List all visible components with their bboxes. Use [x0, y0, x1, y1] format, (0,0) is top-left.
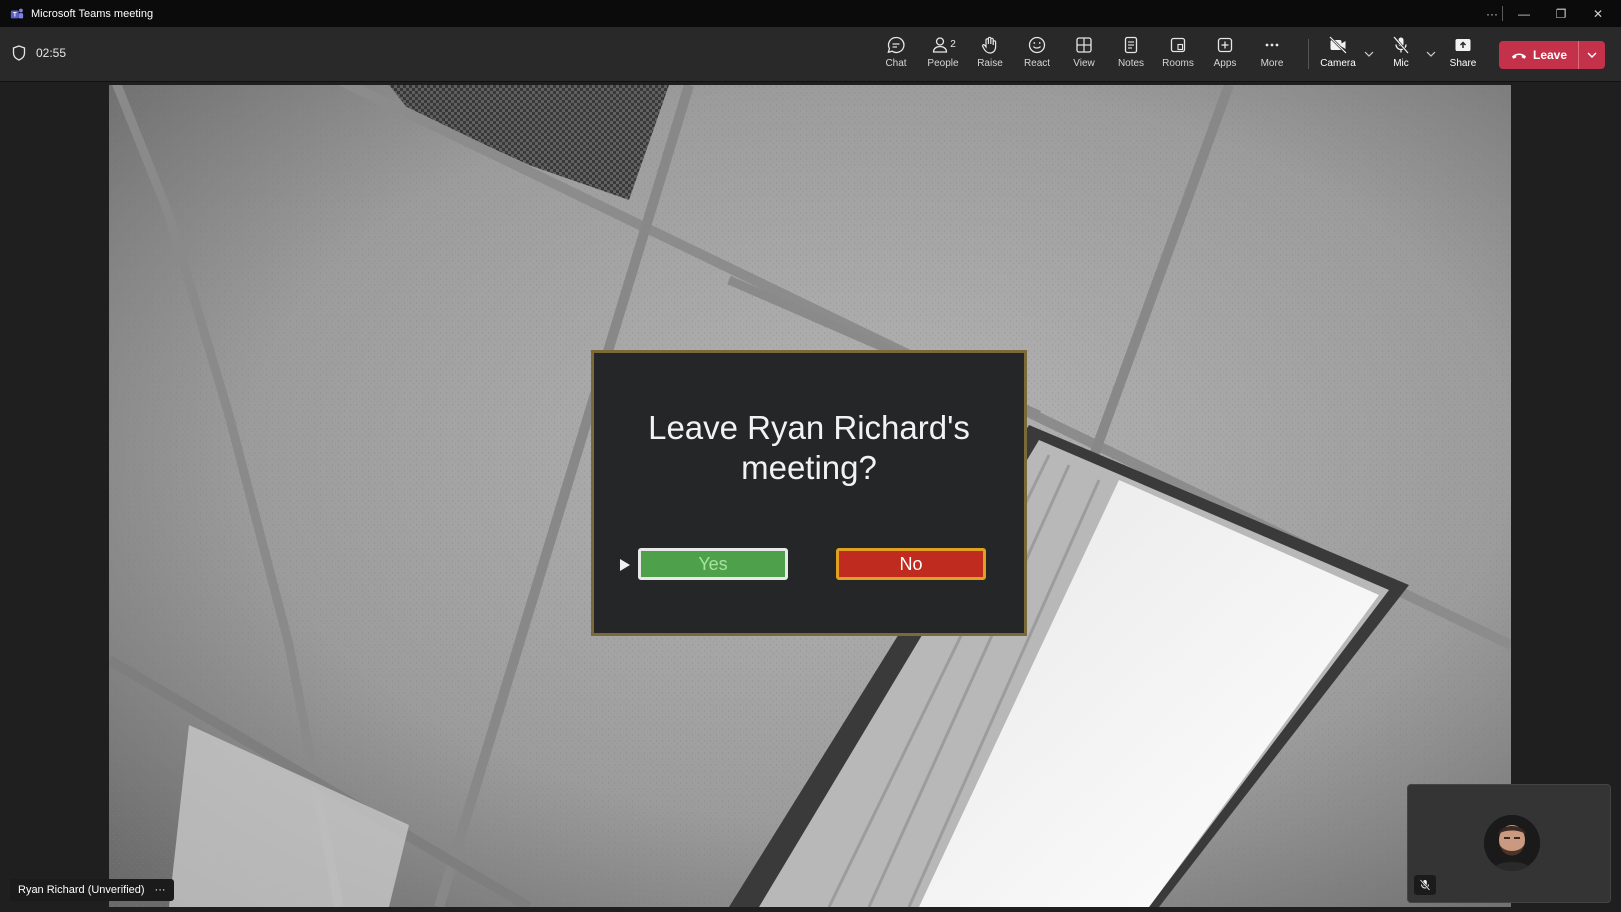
mic-off-icon	[1393, 36, 1409, 54]
camera-button[interactable]: Camera	[1316, 35, 1360, 77]
self-view-tile[interactable]	[1407, 784, 1611, 903]
leave-label: Leave	[1533, 48, 1568, 62]
leave-meeting-dialog: Leave Ryan Richard's meeting? Yes No	[591, 350, 1027, 636]
apps-icon	[1217, 37, 1233, 53]
self-mic-muted-badge	[1414, 875, 1436, 895]
react-icon	[1028, 36, 1046, 54]
leave-button[interactable]: Leave	[1499, 41, 1569, 69]
restore-button[interactable]: ❐	[1543, 0, 1579, 27]
apps-label: Apps	[1213, 58, 1237, 69]
teams-logo-icon: T	[10, 8, 24, 18]
rooms-icon	[1170, 37, 1186, 53]
participant-name: Ryan Richard (Unverified)	[18, 884, 145, 896]
notes-label: Notes	[1117, 58, 1145, 69]
mic-button[interactable]: Mic	[1379, 35, 1423, 77]
notes-button[interactable]: Notes	[1109, 35, 1153, 77]
share-label: Share	[1449, 58, 1477, 69]
chat-button[interactable]: Chat	[874, 35, 918, 77]
more-button[interactable]: More	[1250, 35, 1294, 77]
title-divider	[1502, 6, 1503, 21]
shield-icon	[12, 45, 26, 61]
leave-options-button[interactable]	[1579, 41, 1605, 69]
raise-hand-button[interactable]: Raise	[968, 35, 1012, 77]
chat-label: Chat	[885, 58, 907, 69]
people-icon	[933, 37, 948, 53]
people-label: People	[927, 58, 959, 69]
chevron-down-icon	[1587, 52, 1597, 58]
react-button[interactable]: React	[1015, 35, 1059, 77]
people-count-badge: 2	[950, 39, 956, 50]
react-label: React	[1023, 58, 1051, 69]
view-button[interactable]: View	[1062, 35, 1106, 77]
svg-text:T: T	[13, 11, 17, 18]
close-button[interactable]: ✕	[1580, 0, 1616, 27]
view-label: View	[1073, 58, 1095, 69]
window-title: Microsoft Teams meeting	[31, 7, 154, 20]
avatar-image	[1484, 815, 1540, 871]
more-icon	[1265, 43, 1279, 47]
camera-off-icon	[1329, 36, 1347, 54]
yes-button[interactable]: Yes	[638, 548, 788, 580]
chat-icon	[887, 36, 905, 54]
no-button[interactable]: No	[836, 548, 986, 580]
meeting-timer: 02:55	[12, 45, 66, 61]
avatar	[1484, 815, 1540, 871]
video-stage: Leave Ryan Richard's meeting? Yes No	[109, 85, 1511, 907]
more-label: More	[1260, 58, 1284, 69]
notes-icon	[1124, 36, 1138, 54]
participant-name-tag: Ryan Richard (Unverified) ···	[10, 879, 174, 901]
timer-text: 02:55	[36, 46, 67, 60]
raise-hand-icon	[982, 36, 997, 54]
rooms-label: Rooms	[1162, 58, 1194, 69]
minimize-button[interactable]: —	[1506, 0, 1542, 27]
toolbar-divider	[1308, 39, 1309, 69]
share-icon	[1455, 39, 1471, 51]
mic-label: Mic	[1393, 58, 1409, 69]
view-grid-icon	[1076, 37, 1092, 53]
title-bar: T Microsoft Teams meeting ··· — ❐ ✕	[0, 0, 1621, 27]
rooms-button[interactable]: Rooms	[1156, 35, 1200, 77]
apps-button[interactable]: Apps	[1203, 35, 1247, 77]
share-button[interactable]: Share	[1441, 35, 1485, 77]
window-more-button[interactable]: ···	[1474, 0, 1510, 27]
selection-pointer-icon	[620, 559, 630, 571]
leave-button-group: Leave	[1499, 41, 1605, 69]
dialog-message: Leave Ryan Richard's meeting?	[648, 409, 970, 486]
participant-more-button[interactable]: ···	[155, 884, 166, 896]
hang-up-icon	[1512, 53, 1526, 59]
people-button[interactable]: 2 People	[921, 35, 965, 77]
raise-label: Raise	[977, 58, 1003, 69]
mic-off-icon	[1419, 879, 1431, 891]
mic-options-chevron-icon[interactable]	[1424, 47, 1438, 61]
camera-options-chevron-icon[interactable]	[1362, 47, 1376, 61]
camera-label: Camera	[1320, 58, 1356, 69]
meeting-toolbar: 02:55 Chat 2 People Raise React View Not…	[0, 27, 1621, 82]
